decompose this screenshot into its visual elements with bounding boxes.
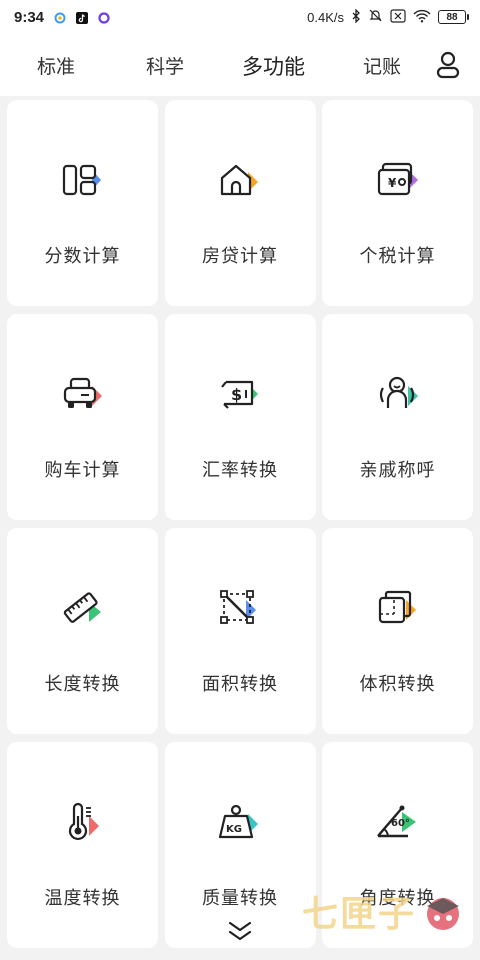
wifi-icon: [413, 9, 431, 26]
network-speed: 0.4K/s: [307, 9, 344, 25]
thermometer-icon: [59, 802, 107, 842]
card-label: 个税计算: [359, 246, 436, 266]
cube-icon: [374, 588, 422, 628]
card-label: 购车计算: [44, 460, 121, 480]
card-label: 亲戚称呼: [359, 460, 436, 480]
card-income-tax-calc[interactable]: ¥ 个税计算: [322, 100, 473, 306]
weight-icon: KG: [216, 802, 264, 842]
card-length-convert[interactable]: 长度转换: [7, 528, 158, 734]
tax-icon: ¥: [374, 160, 422, 200]
card-exchange-rate[interactable]: $ 汇率转换: [164, 314, 316, 520]
weight-kg-text: KG: [226, 824, 242, 835]
card-label: 质量转换: [202, 888, 278, 908]
watermark-text: 七匣子: [301, 893, 416, 934]
car-icon: [59, 374, 107, 414]
tab-scientific[interactable]: 科学: [146, 52, 184, 79]
app-circle-icon: [98, 11, 110, 24]
card-label: 长度转换: [44, 674, 121, 694]
exchange-icon: $: [216, 374, 264, 414]
watermark-logo: 七匣子: [302, 885, 466, 937]
svg-text:$: $: [231, 385, 242, 404]
user-profile-icon[interactable]: [434, 50, 462, 80]
angle-icon: 60°: [374, 802, 422, 842]
sim-off-icon: [390, 8, 406, 26]
angle-degree-text: 60°: [391, 818, 410, 829]
battery-indicator: 88: [438, 10, 469, 24]
expand-more-chevron-icon[interactable]: [226, 920, 254, 942]
mode-tab-bar: 标准 科学 多功能 记账: [0, 34, 480, 96]
card-car-purchase-calc[interactable]: 购车计算: [7, 314, 158, 520]
svg-text:¥: ¥: [388, 176, 397, 190]
card-mortgage-calc[interactable]: 房贷计算: [164, 100, 316, 306]
ruler-icon: [59, 588, 107, 628]
card-label: 房贷计算: [202, 246, 278, 266]
house-icon: [216, 160, 264, 200]
card-relatives-title[interactable]: 亲戚称呼: [322, 314, 473, 520]
app-notification-icon: [54, 11, 66, 24]
card-volume-convert[interactable]: 体积转换: [322, 528, 473, 734]
mute-bell-icon: [368, 8, 383, 26]
card-area-convert[interactable]: 面积转换: [164, 528, 316, 734]
status-time: 9:34: [14, 8, 45, 26]
watermark-badge-icon: [420, 888, 466, 934]
status-bar: 9:34 0.4K/s 88: [0, 0, 480, 34]
relatives-icon: [374, 374, 422, 414]
fraction-icon: [59, 160, 107, 200]
card-label: 温度转换: [44, 888, 121, 908]
card-label: 汇率转换: [202, 460, 278, 480]
card-label: 体积转换: [359, 674, 436, 694]
tab-multifunction[interactable]: 多功能: [242, 51, 305, 81]
tab-standard[interactable]: 标准: [37, 52, 75, 79]
area-icon: [216, 588, 264, 628]
card-mass-convert[interactable]: KG 质量转换: [164, 742, 316, 948]
function-grid: 分数计算 房贷计算 ¥ 个税计算 购车计算 $ 汇率转换 亲戚称呼 长度转换 面…: [7, 100, 473, 948]
card-label: 面积转换: [202, 674, 278, 694]
tiktok-icon: [76, 11, 89, 24]
card-temperature-convert[interactable]: 温度转换: [7, 742, 158, 948]
card-fraction-calc[interactable]: 分数计算: [7, 100, 158, 306]
tab-bookkeeping[interactable]: 记账: [363, 52, 401, 79]
card-label: 分数计算: [44, 246, 121, 266]
bluetooth-icon: [351, 7, 361, 26]
